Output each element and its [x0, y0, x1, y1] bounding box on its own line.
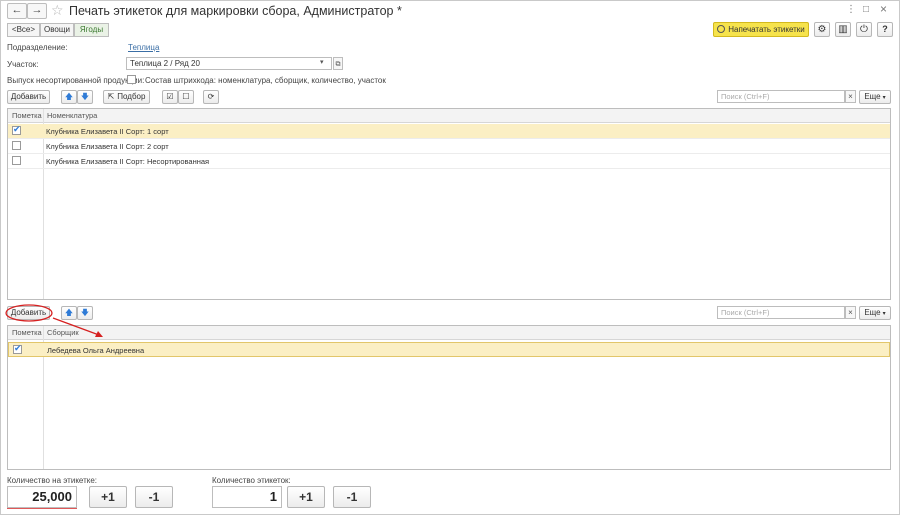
- qty-on-label-input[interactable]: 25,000: [7, 486, 77, 508]
- qty-on-label-caption: Количество на этикетке:: [7, 476, 98, 485]
- labels-plus-button[interactable]: +1: [287, 486, 325, 508]
- annotation-circle: [5, 304, 53, 322]
- labels-count-input[interactable]: 1: [212, 486, 282, 508]
- qty-plus-button[interactable]: +1: [89, 486, 127, 508]
- annotation-arrow-line: [52, 317, 100, 336]
- labels-count-caption: Количество этикеток:: [212, 476, 291, 485]
- labels-minus-button[interactable]: -1: [333, 486, 371, 508]
- annotation-overlay: [5, 304, 103, 509]
- qty-minus-button[interactable]: -1: [135, 486, 173, 508]
